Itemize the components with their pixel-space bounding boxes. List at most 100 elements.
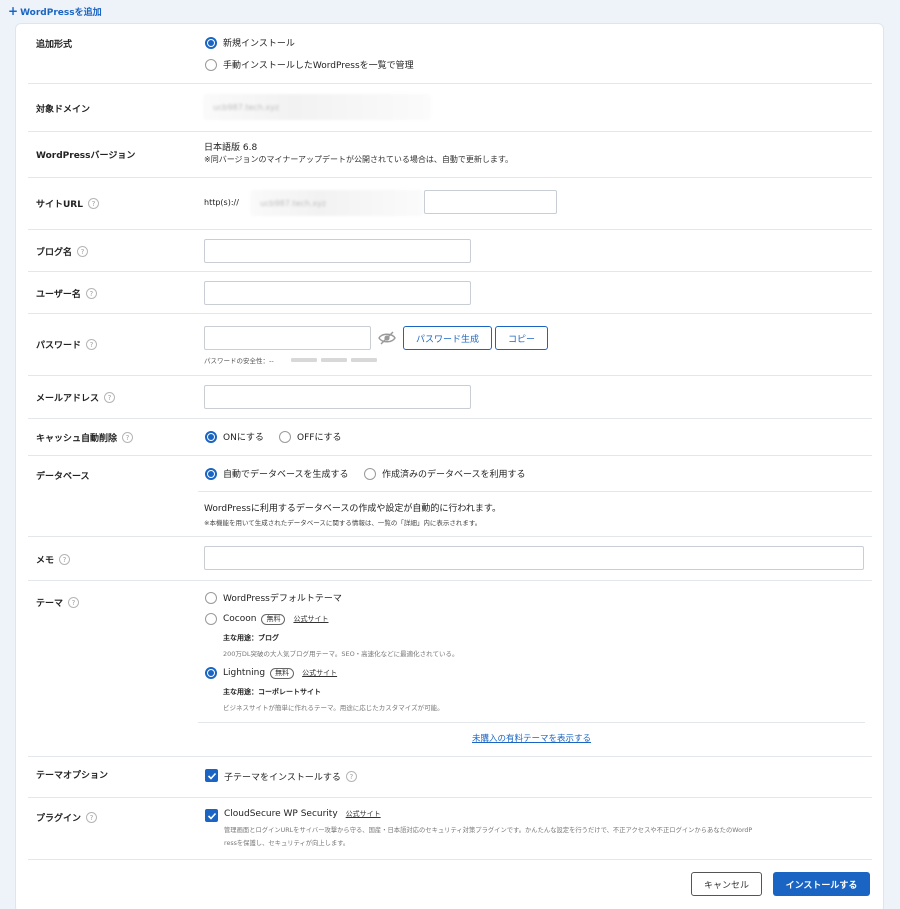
strength-bar-3 xyxy=(351,358,377,362)
help-icon[interactable]: ? xyxy=(85,288,97,299)
help-icon[interactable]: ? xyxy=(68,597,80,608)
help-icon[interactable]: ? xyxy=(86,812,98,823)
username-label: ユーザー名 ? xyxy=(36,287,97,300)
generate-password-button[interactable]: パスワード生成 xyxy=(403,326,492,350)
version-value: 日本語版 6.8 xyxy=(204,143,258,153)
eye-off-icon[interactable] xyxy=(378,329,396,347)
theme-label-text: テーマ xyxy=(36,599,64,609)
help-icon[interactable]: ? xyxy=(104,392,116,403)
row-theme-option: テーマオプション 子テーマをインストールする ? xyxy=(28,757,872,798)
cache-label: キャッシュ自動削除 ? xyxy=(36,431,134,444)
help-icon[interactable]: ? xyxy=(77,246,89,257)
radio-cache-on[interactable]: ONにする xyxy=(205,430,264,443)
theme-label: テーマ ? xyxy=(36,596,80,609)
row-version: WordPressバージョン 日本語版 6.8 ※同バージョンのマイナーアップデ… xyxy=(28,132,872,178)
help-icon[interactable]: ? xyxy=(87,198,99,209)
domain-select-value: ucb987.tech.xyz xyxy=(213,102,280,112)
lightning-use: 主な用途：コーポレートサイト xyxy=(223,688,321,696)
blog-name-label-text: ブログ名 xyxy=(36,248,73,258)
show-paid-themes-link[interactable]: 未購入の有料テーマを表示する xyxy=(472,732,591,744)
radio-unselected-icon xyxy=(279,430,291,443)
install-button[interactable]: インストールする xyxy=(773,872,870,896)
row-database: データベース 自動でデータベースを生成する 作成済みのデータベースを利用する W… xyxy=(28,456,872,537)
radio-selected-icon xyxy=(205,467,217,480)
radio-theme-default[interactable]: WordPressデフォルトテーマ xyxy=(205,591,342,604)
memo-label-text: メモ xyxy=(36,556,55,566)
radio-db-auto-label: 自動でデータベースを生成する xyxy=(223,470,349,480)
plugin-name: CloudSecure WP Security xyxy=(224,809,338,819)
radio-manual-manage-label: 手動インストールしたWordPressを一覧で管理 xyxy=(223,61,414,71)
add-wordpress-link[interactable]: + WordPressを追加 xyxy=(8,4,102,18)
radio-selected-icon xyxy=(205,36,217,49)
add-type-label: 追加形式 xyxy=(36,40,73,50)
help-icon[interactable]: ? xyxy=(122,432,134,443)
child-theme-checkbox[interactable] xyxy=(205,769,218,782)
lightning-desc: ビジネスサイトが簡単に作れるテーマ。用途に応じたカスタマイズが可能。 xyxy=(223,704,444,712)
email-input[interactable] xyxy=(204,385,471,409)
password-label: パスワード ? xyxy=(36,338,98,351)
free-badge: 無料 xyxy=(261,613,286,625)
divider xyxy=(198,722,865,723)
row-password: パスワード ? パスワード生成 コピー パスワードの安全性：-- xyxy=(28,314,872,376)
username-input[interactable] xyxy=(204,281,471,305)
cocoon-use: 主な用途：ブログ xyxy=(223,634,279,642)
add-wordpress-label: WordPressを追加 xyxy=(20,7,102,18)
site-url-domain-select[interactable]: ucb987.tech.xyz xyxy=(250,190,424,216)
radio-theme-lightning[interactable]: Lightning 無料 公式サイト xyxy=(205,667,337,679)
help-icon[interactable]: ? xyxy=(345,771,357,782)
site-url-label: サイトURL ? xyxy=(36,197,99,210)
divider xyxy=(198,491,872,492)
row-blog-name: ブログ名 ? xyxy=(28,230,872,272)
cancel-button[interactable]: キャンセル xyxy=(691,872,762,896)
radio-theme-default-label: WordPressデフォルトテーマ xyxy=(223,594,342,604)
email-label-text: メールアドレス xyxy=(36,394,100,404)
check-icon xyxy=(207,812,216,820)
strength-bar-1 xyxy=(291,358,317,362)
database-note: ※本機能を用いて生成されたデータベースに関する情報は、一覧の「詳細」内に表示され… xyxy=(204,519,482,527)
row-site-url: サイトURL ? http(s):// ucb987.tech.xyz xyxy=(28,178,872,230)
theme-option-label: テーマオプション xyxy=(36,771,109,781)
help-icon[interactable]: ? xyxy=(86,339,98,350)
wordpress-install-form: 追加形式 新規インストール 手動インストールしたWordPressを一覧で管理 … xyxy=(15,23,884,909)
child-theme-label-text: 子テーマをインストールする xyxy=(224,773,341,783)
memo-label: メモ ? xyxy=(36,553,71,566)
radio-theme-cocoon[interactable]: Cocoon 無料 公式サイト xyxy=(205,613,328,625)
site-url-domain-value: ucb987.tech.xyz xyxy=(260,198,327,208)
database-desc: WordPressに利用するデータベースの作成や設定が自動的に行われます。 xyxy=(204,504,502,514)
version-label: WordPressバージョン xyxy=(36,151,136,161)
row-add-type: 追加形式 新規インストール 手動インストールしたWordPressを一覧で管理 xyxy=(28,24,872,84)
row-memo: メモ ? xyxy=(28,537,872,581)
memo-input[interactable] xyxy=(204,546,864,570)
radio-db-existing-label: 作成済みのデータベースを利用する xyxy=(382,470,526,480)
theme-lightning-name: Lightning xyxy=(223,668,266,678)
cache-label-text: キャッシュ自動削除 xyxy=(36,434,118,444)
blog-name-input[interactable] xyxy=(204,239,471,263)
domain-select[interactable]: ucb987.tech.xyz xyxy=(203,94,431,120)
site-url-path-input[interactable] xyxy=(424,190,557,214)
version-note: ※同バージョンのマイナーアップデートが公開されている場合は、自動で更新します。 xyxy=(204,155,514,164)
help-icon[interactable]: ? xyxy=(59,554,71,565)
radio-db-existing[interactable]: 作成済みのデータベースを利用する xyxy=(364,467,526,480)
plugin-desc-2: ressを保護し、セキュリティが向上します。 xyxy=(224,840,350,847)
radio-db-auto[interactable]: 自動でデータベースを生成する xyxy=(205,467,349,480)
plus-icon: + xyxy=(8,4,19,18)
radio-new-install[interactable]: 新規インストール xyxy=(205,36,295,49)
radio-cache-off[interactable]: OFFにする xyxy=(279,430,342,443)
site-url-label-text: サイトURL xyxy=(36,200,83,210)
password-input[interactable] xyxy=(204,326,371,350)
cloudsecure-checkbox[interactable] xyxy=(205,809,218,822)
plugin-desc-1: 管理画面とログインURLをサイバー攻撃から守る、国産・日本語対応のセキュリティ対… xyxy=(224,827,753,834)
row-theme: テーマ ? WordPressデフォルトテーマ Cocoon 無料 公式サイト … xyxy=(28,581,872,757)
domain-label: 対象ドメイン xyxy=(36,105,91,115)
cocoon-official-site-link[interactable]: 公式サイト xyxy=(293,614,328,624)
plugin-official-site-link[interactable]: 公式サイト xyxy=(346,809,381,819)
radio-selected-icon xyxy=(205,667,217,679)
radio-manual-manage[interactable]: 手動インストールしたWordPressを一覧で管理 xyxy=(205,58,414,71)
radio-cache-off-label: OFFにする xyxy=(297,433,342,443)
free-badge: 無料 xyxy=(270,667,295,679)
lightning-official-site-link[interactable]: 公式サイト xyxy=(302,668,337,678)
radio-cache-on-label: ONにする xyxy=(223,433,264,443)
copy-password-button[interactable]: コピー xyxy=(495,326,548,350)
password-label-text: パスワード xyxy=(36,341,82,351)
plugin-label-text: プラグイン xyxy=(36,814,82,824)
